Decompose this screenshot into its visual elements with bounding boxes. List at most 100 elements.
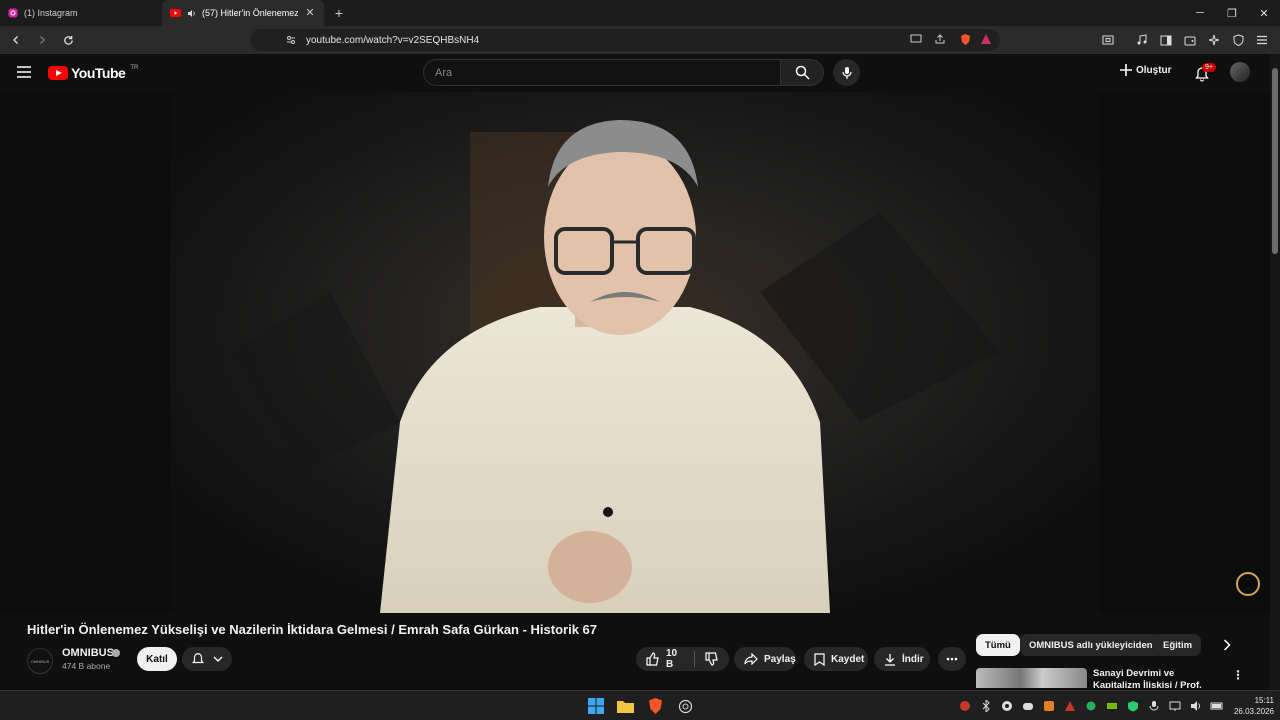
- tray-green-icon[interactable]: [1084, 699, 1098, 713]
- create-label: Oluştur: [1136, 64, 1172, 76]
- bookmark-icon: [814, 652, 825, 666]
- account-avatar[interactable]: [1230, 62, 1250, 82]
- site-info-icon[interactable]: [286, 35, 296, 45]
- cast-icon[interactable]: [910, 34, 922, 44]
- tab-instagram[interactable]: (1) Instagram: [0, 0, 162, 26]
- microphone-tray-icon[interactable]: [1147, 699, 1161, 713]
- chip-from-uploader[interactable]: OMNIBUS adlı yükleyiciden: [1020, 634, 1162, 656]
- dislike-button[interactable]: [705, 652, 719, 666]
- browser-menu-icon[interactable]: [1254, 30, 1270, 50]
- file-explorer-icon[interactable]: [615, 696, 635, 716]
- volume-icon[interactable]: [1189, 699, 1203, 713]
- new-tab-button[interactable]: +: [328, 2, 350, 24]
- browser-toolbar: youtube.com/watch?v=v2SEQHBsNH4: [0, 26, 1280, 54]
- battery-icon[interactable]: [1210, 699, 1224, 713]
- scrollbar-thumb[interactable]: [1272, 68, 1278, 254]
- subscription-notification-button[interactable]: [182, 647, 232, 671]
- url-text: youtube.com/watch?v=v2SEQHBsNH4: [306, 34, 480, 46]
- channel-watermark[interactable]: [1236, 572, 1260, 596]
- brave-shield-icon[interactable]: [959, 33, 972, 46]
- discord-icon[interactable]: [1021, 699, 1035, 713]
- download-button[interactable]: İndir: [874, 647, 930, 671]
- verified-badge-icon: [112, 649, 120, 657]
- more-actions-button[interactable]: [938, 647, 966, 671]
- close-tab-icon[interactable]: ✕: [304, 7, 316, 19]
- video-title: Hitler'in Önlenemez Yükselişi ve Naziler…: [27, 622, 598, 637]
- clock-date: 26.03.2026: [1233, 707, 1274, 716]
- forward-icon[interactable]: [32, 30, 52, 50]
- thumbs-up-icon: [646, 652, 660, 666]
- download-icon: [884, 653, 896, 666]
- recommendation-title[interactable]: Sanayi Devrimi ve Kapitalizm İlişkisi / …: [1093, 668, 1217, 688]
- thumbs-down-icon: [705, 652, 719, 666]
- chevron-right-icon[interactable]: [1218, 636, 1236, 654]
- speaker-icon[interactable]: [187, 9, 196, 18]
- music-icon[interactable]: [1134, 30, 1150, 50]
- network-icon[interactable]: [1168, 699, 1182, 713]
- channel-avatar[interactable]: OMNIBUS: [27, 648, 53, 674]
- instagram-icon: [8, 8, 18, 18]
- video-player[interactable]: [0, 92, 1270, 613]
- brave-browser-icon[interactable]: [645, 696, 665, 716]
- hamburger-menu-icon[interactable]: [17, 66, 31, 78]
- search-icon: [795, 65, 810, 80]
- share-page-icon[interactable]: [934, 34, 946, 44]
- microphone-icon: [841, 66, 852, 80]
- search-input[interactable]: Ara: [423, 59, 781, 86]
- youtube-logo[interactable]: YouTube TR: [48, 65, 138, 81]
- divider: [694, 651, 695, 667]
- system-clock[interactable]: 15:11 26.03.2026: [1234, 695, 1274, 717]
- reload-icon[interactable]: [58, 30, 78, 50]
- share-button[interactable]: Paylaş: [734, 647, 796, 671]
- more-vertical-icon[interactable]: ⋮: [1232, 668, 1244, 684]
- tab-title: (1) Instagram: [24, 8, 78, 18]
- security-shield-icon[interactable]: [1126, 699, 1140, 713]
- notification-badge: 9+: [1202, 63, 1216, 72]
- join-button[interactable]: Katıl: [137, 647, 177, 671]
- tab-title: (57) Hitler'in Önlenemez Yüks: [202, 8, 298, 18]
- window-controls: ─ ❐ ✕: [1184, 0, 1280, 26]
- tray-red-icon[interactable]: [1063, 699, 1077, 713]
- like-button[interactable]: 10 B: [646, 648, 684, 670]
- voice-search-button[interactable]: [833, 59, 860, 86]
- plus-icon: [1120, 64, 1132, 76]
- tab-youtube-video[interactable]: (57) Hitler'in Önlenemez Yüks ✕: [162, 0, 324, 26]
- address-bar[interactable]: youtube.com/watch?v=v2SEQHBsNH4: [250, 29, 1000, 51]
- chip-all[interactable]: Tümü: [976, 634, 1020, 656]
- minimize-button[interactable]: ─: [1184, 0, 1216, 26]
- youtube-icon: [170, 9, 181, 17]
- screenshot-icon[interactable]: [1100, 30, 1116, 50]
- save-label: Kaydet: [831, 653, 865, 665]
- brave-rewards-icon[interactable]: [980, 33, 992, 45]
- youtube-header: YouTube TR Ara Oluştur 9+: [0, 54, 1270, 92]
- search-button[interactable]: [780, 59, 824, 86]
- save-button[interactable]: Kaydet: [804, 647, 868, 671]
- chatgpt-icon[interactable]: [675, 696, 695, 716]
- tray-app-icon[interactable]: [958, 699, 972, 713]
- steam-icon[interactable]: [1000, 699, 1014, 713]
- channel-name[interactable]: OMNIBUS: [62, 647, 114, 659]
- leo-ai-icon[interactable]: [1206, 30, 1222, 50]
- close-window-button[interactable]: ✕: [1248, 0, 1280, 26]
- nvidia-icon[interactable]: [1105, 699, 1119, 713]
- chip-education[interactable]: Eğitim: [1154, 634, 1202, 656]
- tray-orange-icon[interactable]: [1042, 699, 1056, 713]
- like-count: 10 B: [666, 648, 678, 670]
- wallet-icon[interactable]: [1182, 30, 1198, 50]
- create-button[interactable]: Oluştur: [1120, 64, 1172, 76]
- recommendation-thumbnail[interactable]: [976, 668, 1087, 688]
- restore-button[interactable]: ❐: [1216, 0, 1248, 26]
- windows-start-icon[interactable]: [586, 696, 606, 716]
- country-code: TR: [130, 65, 139, 71]
- youtube-play-icon: [48, 66, 68, 80]
- back-icon[interactable]: [6, 30, 26, 50]
- bluetooth-icon[interactable]: [979, 699, 993, 713]
- browser-tab-strip: (1) Instagram (57) Hitler'in Önlenemez Y…: [0, 0, 1280, 26]
- browser-extensions: [1100, 30, 1270, 50]
- clock-time: 15:11: [1254, 696, 1274, 705]
- vpn-shield-icon[interactable]: [1230, 30, 1246, 50]
- like-dislike-group: 10 B: [636, 647, 729, 671]
- page-scrollbar[interactable]: [1270, 54, 1280, 690]
- system-tray: [958, 699, 1224, 713]
- sidebar-icon[interactable]: [1158, 30, 1174, 50]
